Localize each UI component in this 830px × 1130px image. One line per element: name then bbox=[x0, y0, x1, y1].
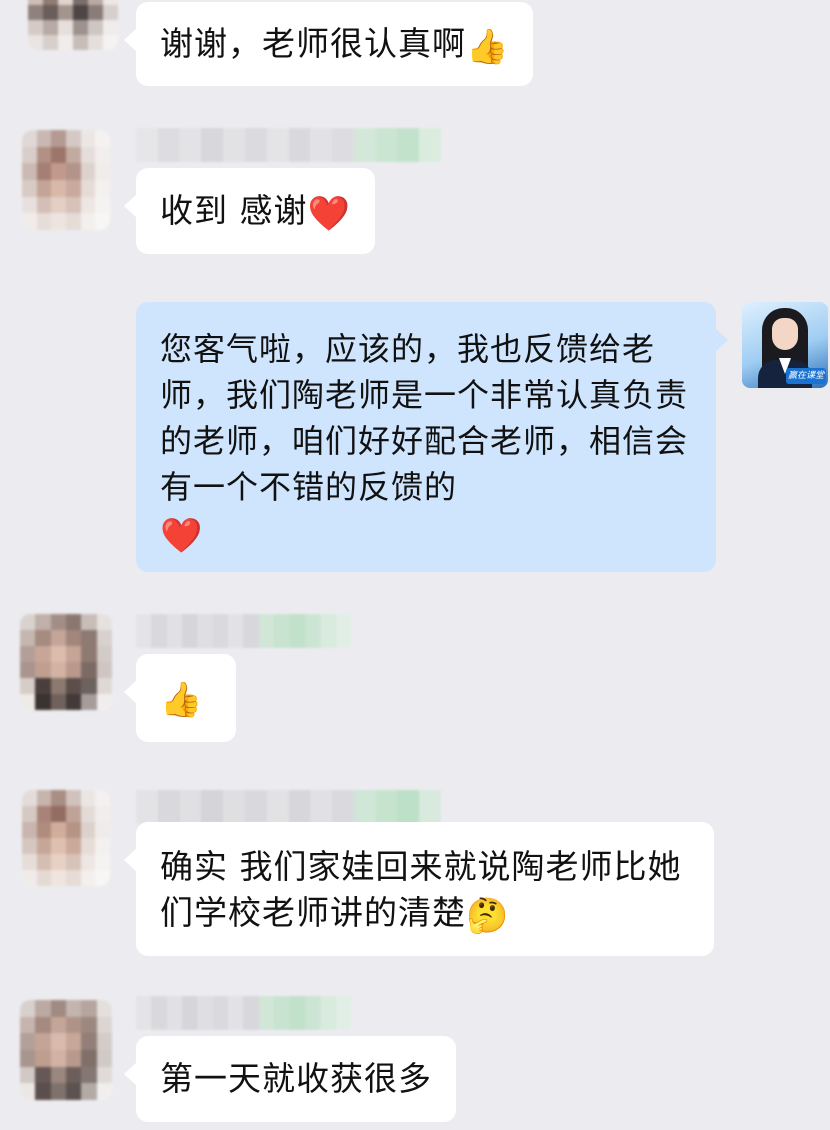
heart-icon: ❤️ bbox=[307, 194, 351, 234]
contact-avatar-blurred[interactable] bbox=[20, 1000, 112, 1100]
message-text: 第一天就收获很多 bbox=[160, 1059, 432, 1098]
contact-avatar-blurred[interactable] bbox=[28, 0, 118, 50]
contact-avatar-blurred[interactable] bbox=[20, 614, 112, 710]
message-text: 收到 感谢 bbox=[160, 191, 308, 230]
thinking-face-icon: 🤔 bbox=[466, 896, 510, 936]
contact-avatar-blurred[interactable] bbox=[22, 130, 110, 230]
message-text: 您客气啦，应该的，我也反馈给老师，我们陶老师是一个非常认真负责的老师，咱们好好配… bbox=[160, 330, 689, 506]
thumbs-up-icon: 👍 bbox=[466, 27, 510, 67]
contact-avatar-blurred[interactable] bbox=[22, 790, 110, 886]
sender-name-blurred bbox=[136, 790, 441, 824]
avatar-face bbox=[772, 318, 798, 350]
sender-name-blurred bbox=[136, 128, 441, 162]
message-bubble[interactable]: 确实 我们家娃回来就说陶老师比她们学校老师讲的清楚🤔 bbox=[124, 822, 714, 956]
message-text: 确实 我们家娃回来就说陶老师比她们学校老师讲的清楚 bbox=[160, 847, 682, 932]
message-text: 谢谢，老师很认真啊 bbox=[160, 24, 466, 63]
avatar-badge: 赢在课堂 bbox=[786, 368, 826, 384]
message-bubble[interactable]: 谢谢，老师很认真啊👍 bbox=[123, 2, 534, 86]
chat-screen: 谢谢，老师很认真啊👍 收到 感谢❤️ 您客气啦，应该的，我也反馈给老师，我们陶老… bbox=[0, 0, 830, 1130]
heart-icon: ❤️ bbox=[160, 516, 204, 556]
thumbs-up-icon: 👍 bbox=[160, 680, 204, 720]
my-avatar[interactable]: 赢在课堂 bbox=[742, 302, 828, 388]
message-bubble[interactable]: 👍 bbox=[124, 654, 236, 742]
my-message-bubble[interactable]: 您客气啦，应该的，我也反馈给老师，我们陶老师是一个非常认真负责的老师，咱们好好配… bbox=[136, 302, 728, 572]
sender-name-blurred bbox=[136, 614, 351, 648]
message-bubble[interactable]: 第一天就收获很多 bbox=[124, 1036, 456, 1122]
sender-name-blurred bbox=[136, 996, 351, 1030]
message-bubble[interactable]: 收到 感谢❤️ bbox=[124, 168, 375, 254]
